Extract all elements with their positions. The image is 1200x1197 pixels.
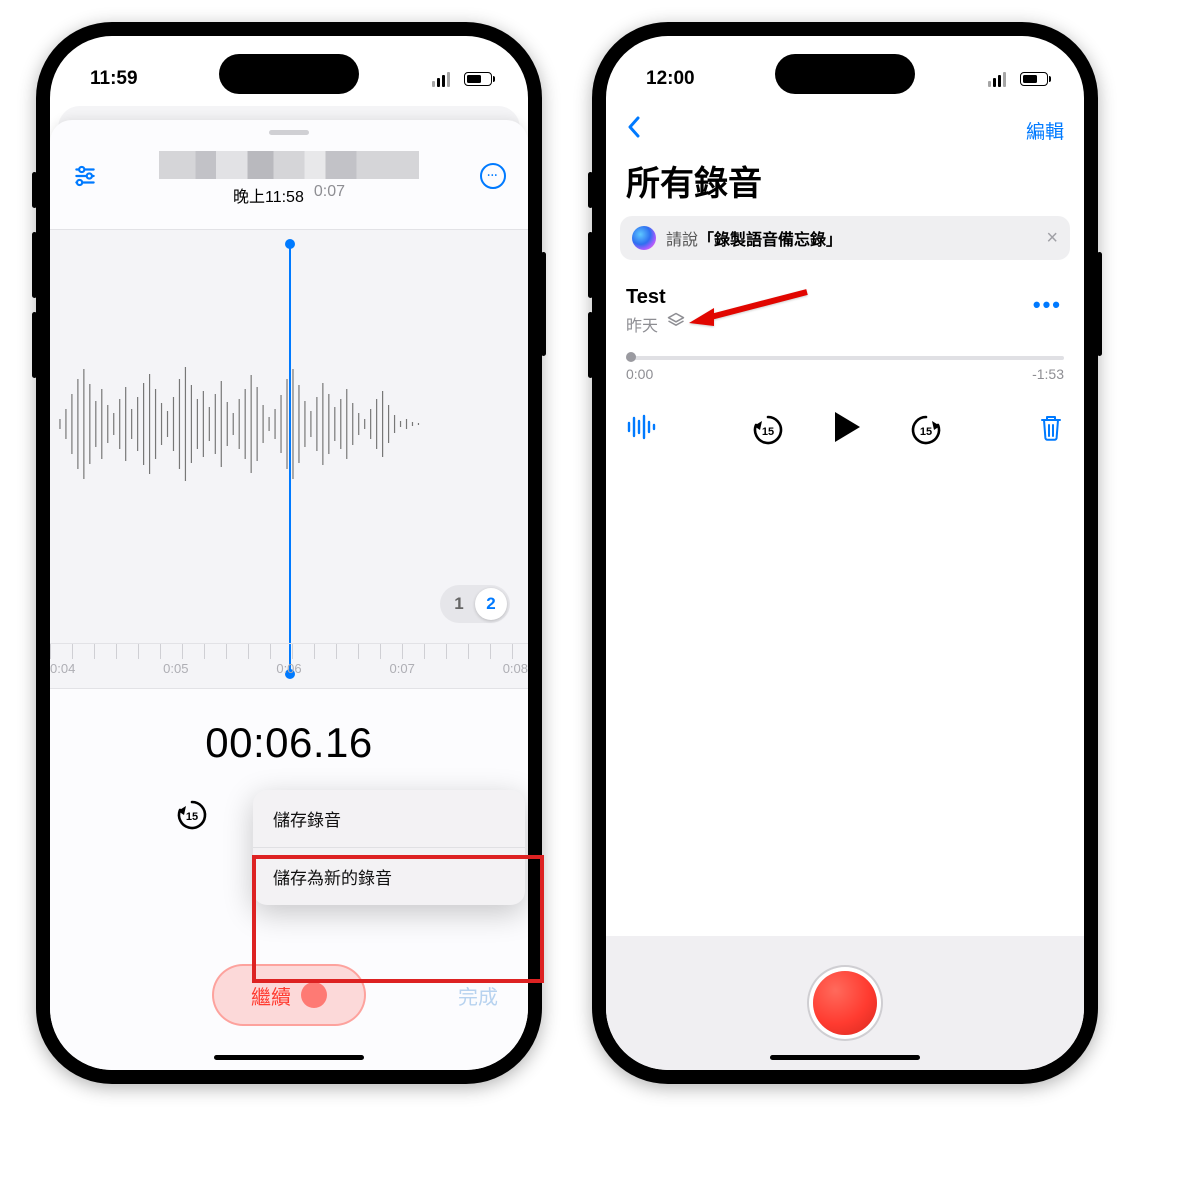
forward-15-icon[interactable]: 15	[908, 412, 944, 448]
rewind-15-icon[interactable]: 15	[750, 412, 786, 448]
ruler-label: 0:06	[276, 661, 301, 676]
menu-save-as-new[interactable]: 儲存為新的錄音	[253, 847, 525, 905]
siri-icon	[632, 226, 656, 250]
svg-text:15: 15	[762, 426, 774, 438]
recording-duration: 0:07	[314, 183, 345, 207]
home-indicator[interactable]	[214, 1055, 364, 1060]
record-button[interactable]	[813, 971, 877, 1035]
continue-label: 繼續	[251, 981, 291, 1010]
nav-bar: 編輯	[606, 106, 1084, 154]
ruler-label: 0:05	[163, 661, 188, 676]
current-time: 00:06.16	[50, 719, 528, 767]
screen-left: 11:59	[50, 36, 528, 1070]
cellular-icon	[988, 72, 1006, 87]
more-icon[interactable]: •••	[1033, 292, 1062, 318]
home-indicator[interactable]	[770, 1055, 920, 1060]
battery-icon	[1020, 72, 1048, 86]
sheet-grabber[interactable]	[269, 130, 309, 135]
phone-frame-left: 11:59	[36, 22, 542, 1084]
status-time: 12:00	[646, 68, 695, 90]
dynamic-island	[775, 54, 915, 94]
dynamic-island	[219, 54, 359, 94]
sliders-icon[interactable]	[72, 163, 98, 194]
trash-icon[interactable]	[1038, 412, 1064, 447]
continue-record-button[interactable]: 繼續	[212, 964, 366, 1026]
page-title: 所有錄音	[626, 156, 762, 205]
done-button[interactable]: 完成	[458, 981, 498, 1010]
layer-1-button[interactable]: 1	[443, 588, 475, 620]
save-context-menu: 儲存錄音 儲存為新的錄音	[253, 790, 525, 905]
cellular-icon	[432, 72, 450, 87]
scrubber-knob[interactable]	[626, 352, 636, 362]
ruler-label: 0:07	[390, 661, 415, 676]
battery-icon	[464, 72, 492, 86]
status-time: 11:59	[90, 68, 138, 90]
elapsed-time: 0:00	[626, 366, 653, 382]
edit-button[interactable]: 編輯	[1026, 117, 1064, 144]
rewind-15-icon[interactable]: 15	[174, 797, 210, 833]
playback-scrubber[interactable]: 0:00 -1:53	[626, 356, 1064, 382]
phone-frame-right: 12:00 編輯 所有錄音 請說「錄製語音備忘錄」 × Tes	[592, 22, 1098, 1084]
layer-2-button[interactable]: 2	[475, 588, 507, 620]
record-footer	[606, 936, 1084, 1070]
recording-date: 昨天	[626, 312, 658, 336]
svg-text:15: 15	[186, 811, 198, 823]
annotation-arrow	[682, 280, 812, 335]
remaining-time: -1:53	[1032, 366, 1064, 382]
recording-title-redacted	[159, 151, 419, 179]
layer-toggle[interactable]: 1 2	[440, 585, 510, 623]
waveform-icon[interactable]	[626, 414, 656, 445]
close-icon[interactable]: ×	[1046, 227, 1058, 250]
siri-text: 請說「錄製語音備忘錄」	[666, 226, 842, 250]
ruler-label: 0:04	[50, 661, 75, 676]
waveform-area[interactable]: 1 2 0:04 0:05 0:06 0:07 0:08	[50, 229, 528, 689]
transport-controls: 15 15	[626, 410, 1064, 449]
time-ruler[interactable]: 0:04 0:05 0:06 0:07 0:08	[50, 643, 528, 693]
playhead[interactable]	[289, 244, 291, 674]
recording-editor-sheet: 晚上11:58 0:07 ••• 1	[50, 120, 528, 1070]
play-icon[interactable]	[832, 410, 862, 449]
menu-save-recording[interactable]: 儲存錄音	[253, 790, 525, 847]
back-button[interactable]	[626, 115, 642, 145]
svg-text:15: 15	[920, 426, 932, 438]
ruler-label: 0:08	[503, 661, 528, 676]
screen-right: 12:00 編輯 所有錄音 請說「錄製語音備忘錄」 × Tes	[606, 36, 1084, 1070]
more-icon[interactable]: •••	[480, 163, 506, 189]
siri-suggestion[interactable]: 請說「錄製語音備忘錄」 ×	[620, 216, 1070, 260]
recording-timestamp: 晚上11:58	[233, 183, 304, 207]
record-dot-icon	[301, 982, 327, 1008]
